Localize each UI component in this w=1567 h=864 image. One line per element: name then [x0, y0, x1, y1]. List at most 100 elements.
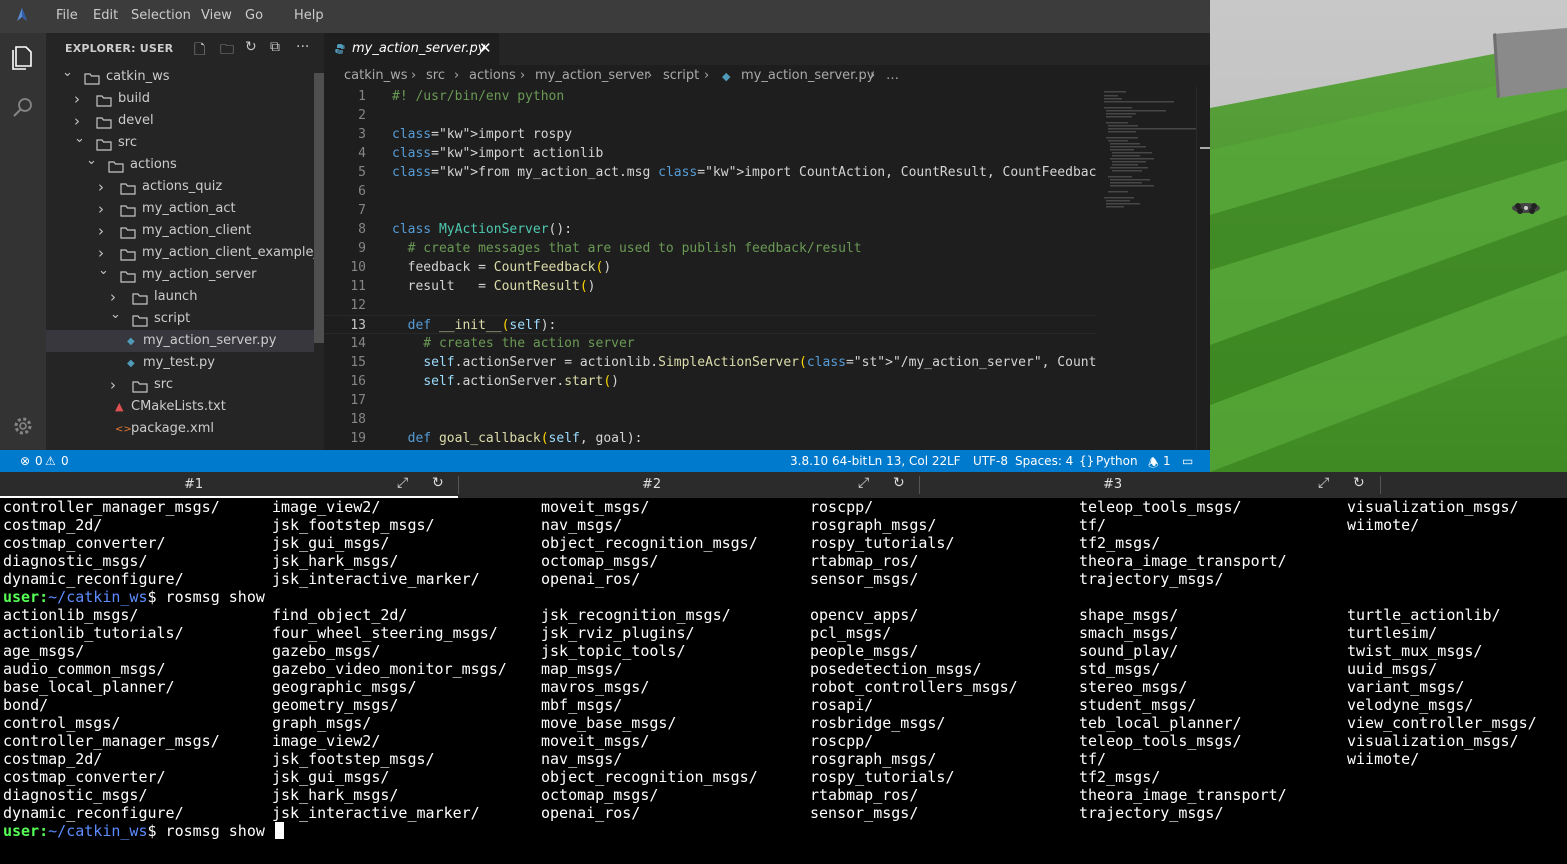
- warning-icon[interactable]: ⚠: [45, 454, 56, 468]
- tree-file[interactable]: ▲ CMakeLists.txt: [46, 396, 314, 418]
- editor-scrollbar[interactable]: [1196, 87, 1210, 450]
- tree-folder[interactable]: ⌄ my_action_server: [46, 263, 314, 286]
- code-line[interactable]: 18: [324, 410, 1096, 429]
- tree-folder[interactable]: › my_action_act: [46, 198, 314, 220]
- chevron-down-icon[interactable]: ⌄: [98, 260, 110, 282]
- code-line[interactable]: 12: [324, 296, 1096, 315]
- refresh-icon[interactable]: ↻: [245, 39, 257, 55]
- code-editor[interactable]: 1 #! /usr/bin/env python 2 3 class="kw">impo…: [324, 87, 1096, 450]
- error-count[interactable]: 0: [35, 454, 43, 468]
- tree-folder[interactable]: ⌄ catkin_ws: [46, 65, 314, 88]
- code-line[interactable]: 10 feedback = CountFeedback(): [324, 258, 1096, 277]
- tree-file[interactable]: ◆ my_test.py: [46, 352, 314, 374]
- terminal-tab-1[interactable]: #1 ⤢ ↻: [0, 472, 459, 498]
- chevron-right-icon[interactable]: ›: [110, 374, 122, 396]
- code-line[interactable]: 9 # create messages that are used to pub…: [324, 239, 1096, 258]
- indentation[interactable]: Spaces: 4: [1015, 454, 1073, 468]
- code-line[interactable]: 4 class="kw">import actionlib: [324, 144, 1096, 163]
- menu-edit[interactable]: Edit: [93, 8, 118, 23]
- breadcrumb-item[interactable]: src: [426, 68, 445, 83]
- code-line[interactable]: 15 self.actionServer = actionlib.SimpleA…: [324, 353, 1096, 372]
- breadcrumb-item[interactable]: script: [663, 68, 699, 83]
- menu-go[interactable]: Go: [245, 8, 263, 23]
- collapse-all-icon[interactable]: ⧉: [270, 39, 280, 55]
- terminal-tab-2[interactable]: #2 ⤢ ↻: [459, 472, 920, 498]
- code-line[interactable]: 7: [324, 201, 1096, 220]
- tree-folder[interactable]: › launch: [46, 286, 314, 308]
- minimap[interactable]: [1096, 87, 1196, 450]
- msg-package-entry: teleop_tools_msgs/: [1079, 732, 1242, 750]
- menu-selection[interactable]: Selection: [131, 8, 191, 23]
- menu-help[interactable]: Help: [294, 8, 324, 23]
- tree-file[interactable]: ◆ my_action_server.py: [46, 330, 314, 352]
- breadcrumb-separator-icon: ›: [520, 68, 526, 83]
- maximize-icon[interactable]: ⤢: [397, 475, 408, 491]
- search-icon[interactable]: [8, 93, 38, 123]
- chevron-down-icon[interactable]: ⌄: [74, 128, 86, 150]
- more-actions-icon[interactable]: ···: [296, 39, 309, 55]
- code-line[interactable]: 6: [324, 182, 1096, 201]
- code-line[interactable]: 17: [324, 391, 1096, 410]
- tree-folder[interactable]: › build: [46, 88, 314, 110]
- chevron-right-icon[interactable]: ›: [98, 176, 110, 198]
- tree-folder[interactable]: › actions_quiz: [46, 176, 314, 198]
- chevron-down-icon[interactable]: ⌄: [86, 150, 98, 172]
- gazebo-3d-view[interactable]: [1210, 0, 1567, 472]
- breadcrumb-item[interactable]: …: [886, 68, 899, 83]
- code-line[interactable]: 3 class="kw">import rospy: [324, 125, 1096, 144]
- settings-gear-icon[interactable]: [8, 411, 38, 441]
- chevron-right-icon[interactable]: ›: [74, 88, 86, 110]
- new-file-icon[interactable]: 🗋: [194, 39, 205, 63]
- chevron-right-icon[interactable]: ›: [98, 220, 110, 242]
- new-folder-icon[interactable]: 🗀: [220, 39, 234, 63]
- line-number: 2: [358, 108, 366, 123]
- tree-folder[interactable]: › devel: [46, 110, 314, 132]
- chevron-down-icon[interactable]: ⌄: [62, 62, 74, 84]
- line-ending[interactable]: LF: [947, 454, 961, 468]
- tree-folder[interactable]: › my_action_client_example_pkg: [46, 242, 324, 264]
- code-line[interactable]: 19 def goal_callback(self, goal):: [324, 429, 1096, 448]
- code-line[interactable]: 2: [324, 106, 1096, 125]
- tab-my-action-server[interactable]: my_action_server.py ✕: [324, 33, 499, 65]
- notification-count[interactable]: 1: [1163, 454, 1171, 468]
- msg-package-entry: rosbridge_msgs/: [810, 714, 946, 732]
- breadcrumb-item[interactable]: my_action_server.py: [741, 68, 874, 83]
- notification-bell-icon[interactable]: 🕭: [1148, 454, 1159, 472]
- terminal-output[interactable]: controller_manager_msgs/image_view2/move…: [0, 498, 1567, 864]
- cursor-position[interactable]: Ln 13, Col 22: [868, 454, 947, 468]
- code-line[interactable]: 14 # creates the action server: [324, 334, 1096, 353]
- code-line[interactable]: 13 def __init__(self):: [324, 315, 1096, 334]
- tree-folder[interactable]: › my_action_client: [46, 220, 314, 242]
- code-line[interactable]: 1 #! /usr/bin/env python: [324, 87, 1096, 106]
- menu-view[interactable]: View: [201, 8, 232, 23]
- tree-folder[interactable]: › src: [46, 374, 314, 396]
- breadcrumb-item[interactable]: my_action_server: [535, 68, 650, 83]
- terminal-tab-3[interactable]: #3 ⤢ ↻: [920, 472, 1381, 498]
- tree-folder[interactable]: ⌄ actions: [46, 153, 314, 176]
- maximize-icon[interactable]: ⤢: [1318, 475, 1329, 491]
- close-tab-icon[interactable]: ✕: [479, 39, 492, 57]
- file-encoding[interactable]: UTF-8: [973, 454, 1008, 468]
- code-line[interactable]: 5 class="kw">from my_action_act.msg class…: [324, 163, 1096, 182]
- python-interpreter[interactable]: 3.8.10 64-bit: [790, 454, 867, 468]
- restart-icon[interactable]: ↻: [1353, 475, 1365, 491]
- breadcrumb-item[interactable]: catkin_ws: [344, 68, 408, 83]
- restart-icon[interactable]: ↻: [893, 475, 905, 491]
- tree-file[interactable]: <> package.xml: [46, 418, 314, 440]
- menu-file[interactable]: File: [56, 8, 78, 23]
- breadcrumb-item[interactable]: actions: [469, 68, 516, 83]
- language-mode[interactable]: Python: [1096, 454, 1138, 468]
- sidebar-scrollbar[interactable]: [314, 73, 324, 343]
- code-line[interactable]: 11 result = CountResult(): [324, 277, 1096, 296]
- chevron-down-icon[interactable]: ⌄: [110, 304, 122, 326]
- chevron-right-icon[interactable]: ›: [98, 198, 110, 220]
- tree-folder[interactable]: ⌄ script: [46, 307, 314, 330]
- code-line[interactable]: 8 class MyActionServer():: [324, 220, 1096, 239]
- errors-icon[interactable]: ⊗: [20, 454, 30, 468]
- layout-panel-icon[interactable]: ▭: [1182, 454, 1193, 468]
- warning-count[interactable]: 0: [61, 454, 69, 468]
- explorer-icon[interactable]: [8, 41, 38, 71]
- code-line[interactable]: 16 self.actionServer.start(): [324, 372, 1096, 391]
- maximize-icon[interactable]: ⤢: [858, 475, 869, 491]
- restart-icon[interactable]: ↻: [432, 475, 444, 491]
